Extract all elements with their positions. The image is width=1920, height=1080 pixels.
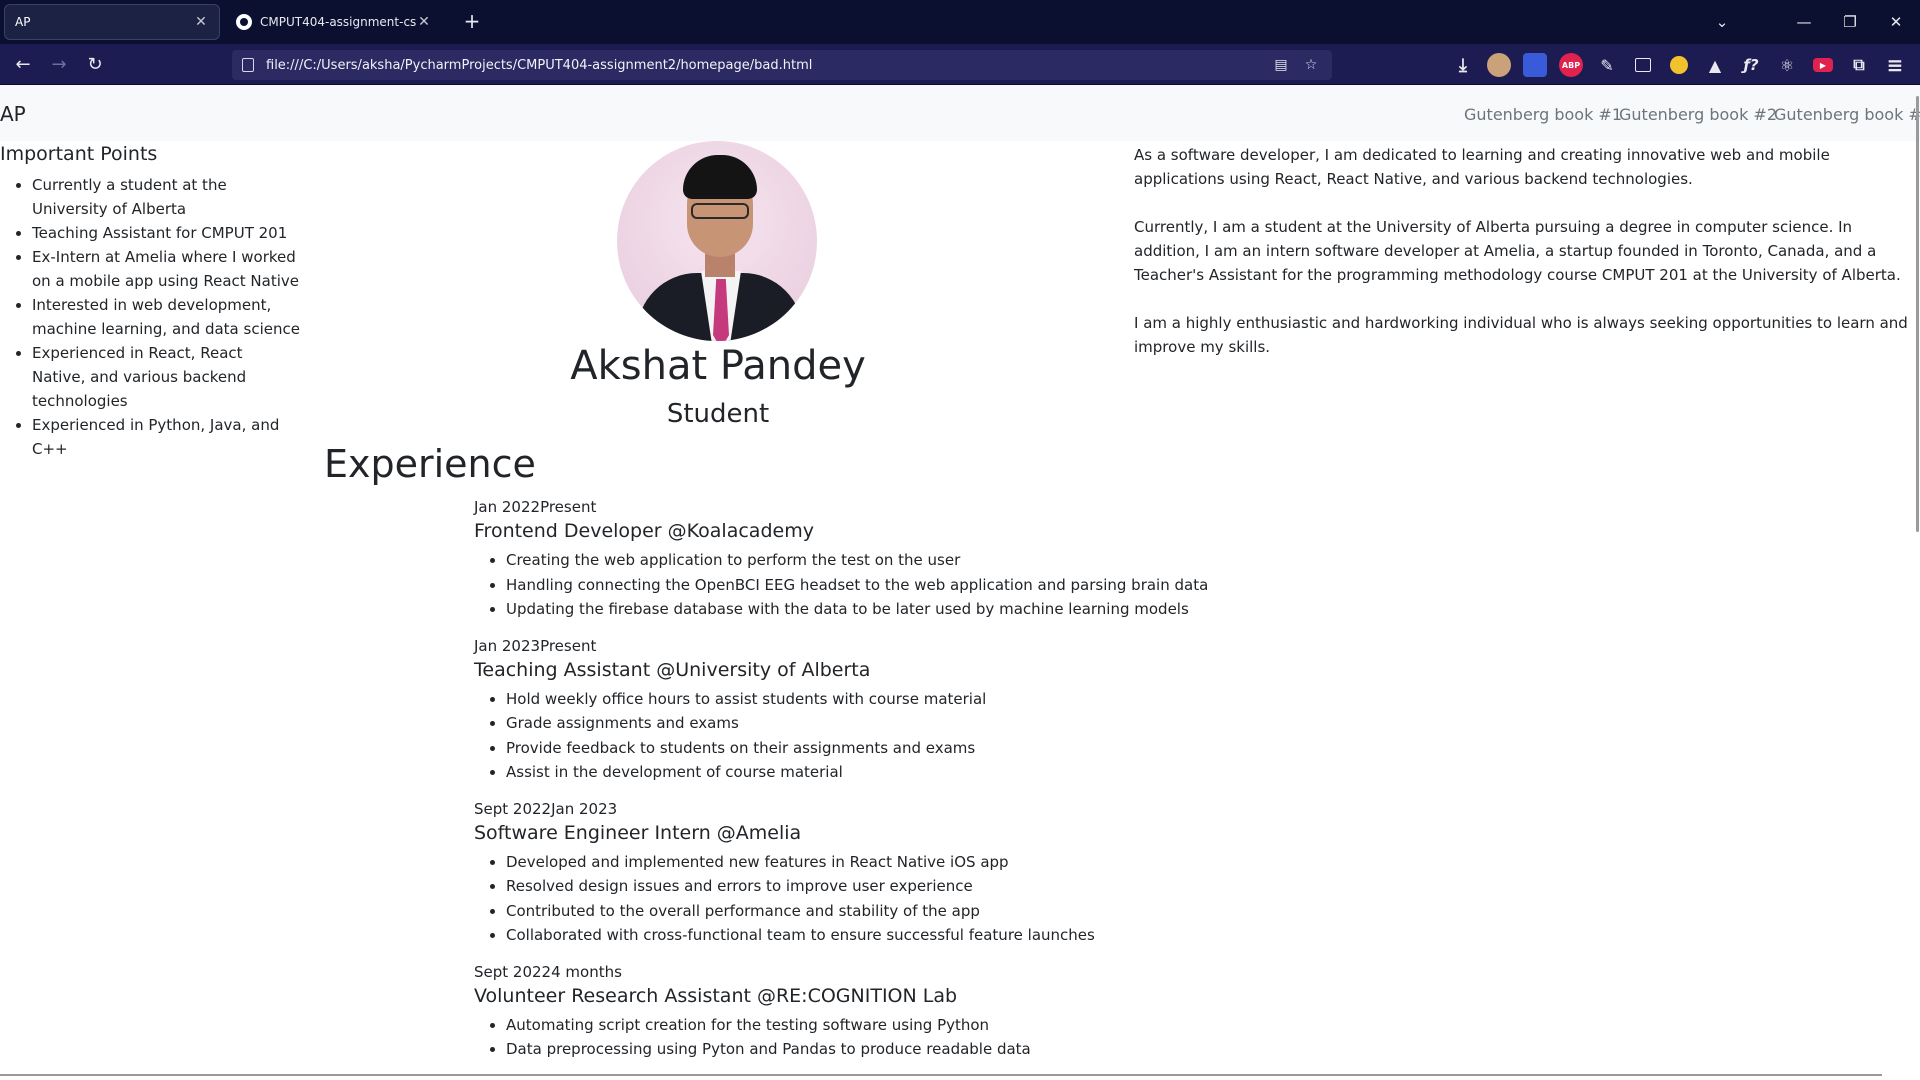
job-title: Frontend Developer @Koalacademy <box>474 520 814 542</box>
github-icon <box>236 14 252 30</box>
about-paragraph: As a software developer, I am dedicated … <box>1134 146 1830 188</box>
site-brand[interactable]: AP <box>0 102 26 126</box>
horizontal-scrollbar[interactable] <box>0 1074 1882 1076</box>
download-icon[interactable]: ⤓ <box>1451 53 1475 77</box>
job-bullet: Automating script creation for the testi… <box>506 1013 1274 1038</box>
tab-github[interactable]: CMPUT404-assignment-css-hel ✕ <box>226 4 442 40</box>
about-paragraph: I am a highly enthusiastic and hardworki… <box>1134 314 1908 356</box>
tab-close-icon[interactable]: ✕ <box>193 14 209 30</box>
job-entry: Sept 2022Jan 2023 Software Engineer Inte… <box>474 799 1274 948</box>
forward-icon[interactable]: → <box>46 52 72 78</box>
address-bar[interactable]: file:///C:/Users/aksha/PycharmProjects/C… <box>232 50 1332 80</box>
list-item: Currently a student at the University of… <box>32 173 300 221</box>
important-points-title: Important Points <box>0 143 158 165</box>
web-page: AP Gutenberg book #1 Gutenberg book #2 G… <box>0 85 1920 1080</box>
important-points-list: Currently a student at the University of… <box>0 173 300 461</box>
job-bullet: Creating the web application to perform … <box>506 548 1274 573</box>
list-item: Experienced in Python, Java, and C++ <box>32 413 300 461</box>
vertical-scrollbar[interactable] <box>1916 96 1919 532</box>
tab-title: AP <box>15 15 31 29</box>
browser-tab-strip: AP ✕ CMPUT404-assignment-css-hel ✕ + ⌄ —… <box>0 0 1920 44</box>
list-item: Experienced in React, React Native, and … <box>32 341 300 413</box>
extension-2-icon[interactable] <box>1523 53 1547 77</box>
list-item: Ex-Intern at Amelia where I worked on a … <box>32 245 300 293</box>
about-section: As a software developer, I am dedicated … <box>1134 143 1920 383</box>
job-title: Software Engineer Intern @Amelia <box>474 821 802 844</box>
about-paragraph: Currently, I am a student at the Univers… <box>1134 218 1901 284</box>
minimize-icon[interactable]: — <box>1790 8 1818 36</box>
job-bullet: Updating the firebase database with the … <box>506 597 1274 622</box>
job-date: Jan 2022Present <box>474 498 597 516</box>
important-points: Important Points Currently a student at … <box>0 143 300 461</box>
site-navbar: AP Gutenberg book #1 Gutenberg book #2 G… <box>0 85 1920 141</box>
profile-photo <box>617 141 817 341</box>
job-bullet: Data preprocessing using Pyton and Panda… <box>506 1037 1274 1062</box>
job-bullet: Assist in the development of course mate… <box>506 760 1274 785</box>
job-bullet: Grade assignments and exams <box>506 711 1274 736</box>
job-title: Volunteer Research Assistant @RE:COGNITI… <box>474 984 958 1007</box>
back-icon[interactable]: ← <box>10 52 36 78</box>
bookmark-star-icon[interactable]: ☆ <box>1300 57 1322 73</box>
job-entry: Sept 20224 months Volunteer Research Ass… <box>474 962 1274 1062</box>
page-icon <box>242 58 254 72</box>
restore-icon[interactable]: ❐ <box>1836 8 1864 36</box>
reader-view-icon[interactable]: ▤ <box>1270 57 1292 73</box>
nav-link-gutenberg-1[interactable]: Gutenberg book #1 <box>1464 105 1622 124</box>
job-entry: Jan 2022Present Frontend Developer @Koal… <box>474 497 1274 622</box>
puzzle-icon[interactable]: ⧉ <box>1847 53 1871 77</box>
window-close-icon[interactable]: ✕ <box>1882 8 1910 36</box>
tab-title: CMPUT404-assignment-css-hel <box>260 15 416 29</box>
tab-close-icon[interactable]: ✕ <box>416 14 432 30</box>
profile-name: Akshat Pandey <box>570 343 866 389</box>
job-date: Sept 20224 months <box>474 962 622 981</box>
job-bullet: Resolved design issues and errors to imp… <box>506 874 1274 899</box>
nav-link-gutenberg-3[interactable]: Gutenberg book #3 <box>1774 105 1920 124</box>
adblock-icon[interactable]: ABP <box>1559 53 1583 77</box>
formula-icon[interactable]: ƒ? <box>1739 53 1763 77</box>
job-bullet: Handling connecting the OpenBCI EEG head… <box>506 573 1274 598</box>
job-bullet: Contributed to the overall performance a… <box>506 899 1274 924</box>
experience-heading: Experience <box>324 442 536 486</box>
nav-link-gutenberg-2[interactable]: Gutenberg book #2 <box>1619 105 1777 124</box>
emoji-icon[interactable] <box>1670 56 1688 74</box>
youtube-icon[interactable]: ▶ <box>1813 58 1833 72</box>
reload-icon[interactable]: ↻ <box>82 52 108 78</box>
app-menu-icon[interactable]: ≡ <box>1883 53 1907 77</box>
job-bullet: Provide feedback to students on their as… <box>506 736 1274 761</box>
triangle-icon[interactable]: ▲ <box>1703 53 1727 77</box>
new-tab-button[interactable]: + <box>460 10 484 34</box>
job-date: Sept 2022Jan 2023 <box>474 799 618 818</box>
job-title: Teaching Assistant @University of Albert… <box>474 658 871 681</box>
list-all-tabs-icon[interactable]: ⌄ <box>1708 8 1736 36</box>
extension-1-icon[interactable] <box>1487 53 1511 77</box>
job-entry: Jan 2023Present Teaching Assistant @Univ… <box>474 636 1274 785</box>
job-bullet: Developed and implemented new features i… <box>506 850 1274 875</box>
tab-active[interactable]: AP ✕ <box>4 4 220 40</box>
url-text[interactable]: file:///C:/Users/aksha/PycharmProjects/C… <box>266 58 1262 73</box>
profile-role: Student <box>666 399 770 429</box>
image-icon[interactable] <box>1635 58 1651 72</box>
list-item: Teaching Assistant for CMPUT 201 <box>32 221 300 245</box>
pen-icon[interactable]: ✎ <box>1595 53 1619 77</box>
job-bullet: Hold weekly office hours to assist stude… <box>506 687 1274 712</box>
job-bullet: Collaborated with cross-functional team … <box>506 923 1274 948</box>
experience-list: Jan 2022Present Frontend Developer @Koal… <box>474 497 1274 1076</box>
list-item: Interested in web development, machine l… <box>32 293 300 341</box>
browser-toolbar: ← → ↻ file:///C:/Users/aksha/PycharmProj… <box>0 44 1920 85</box>
job-date: Jan 2023Present <box>474 636 597 655</box>
react-icon[interactable]: ⚛ <box>1775 53 1799 77</box>
